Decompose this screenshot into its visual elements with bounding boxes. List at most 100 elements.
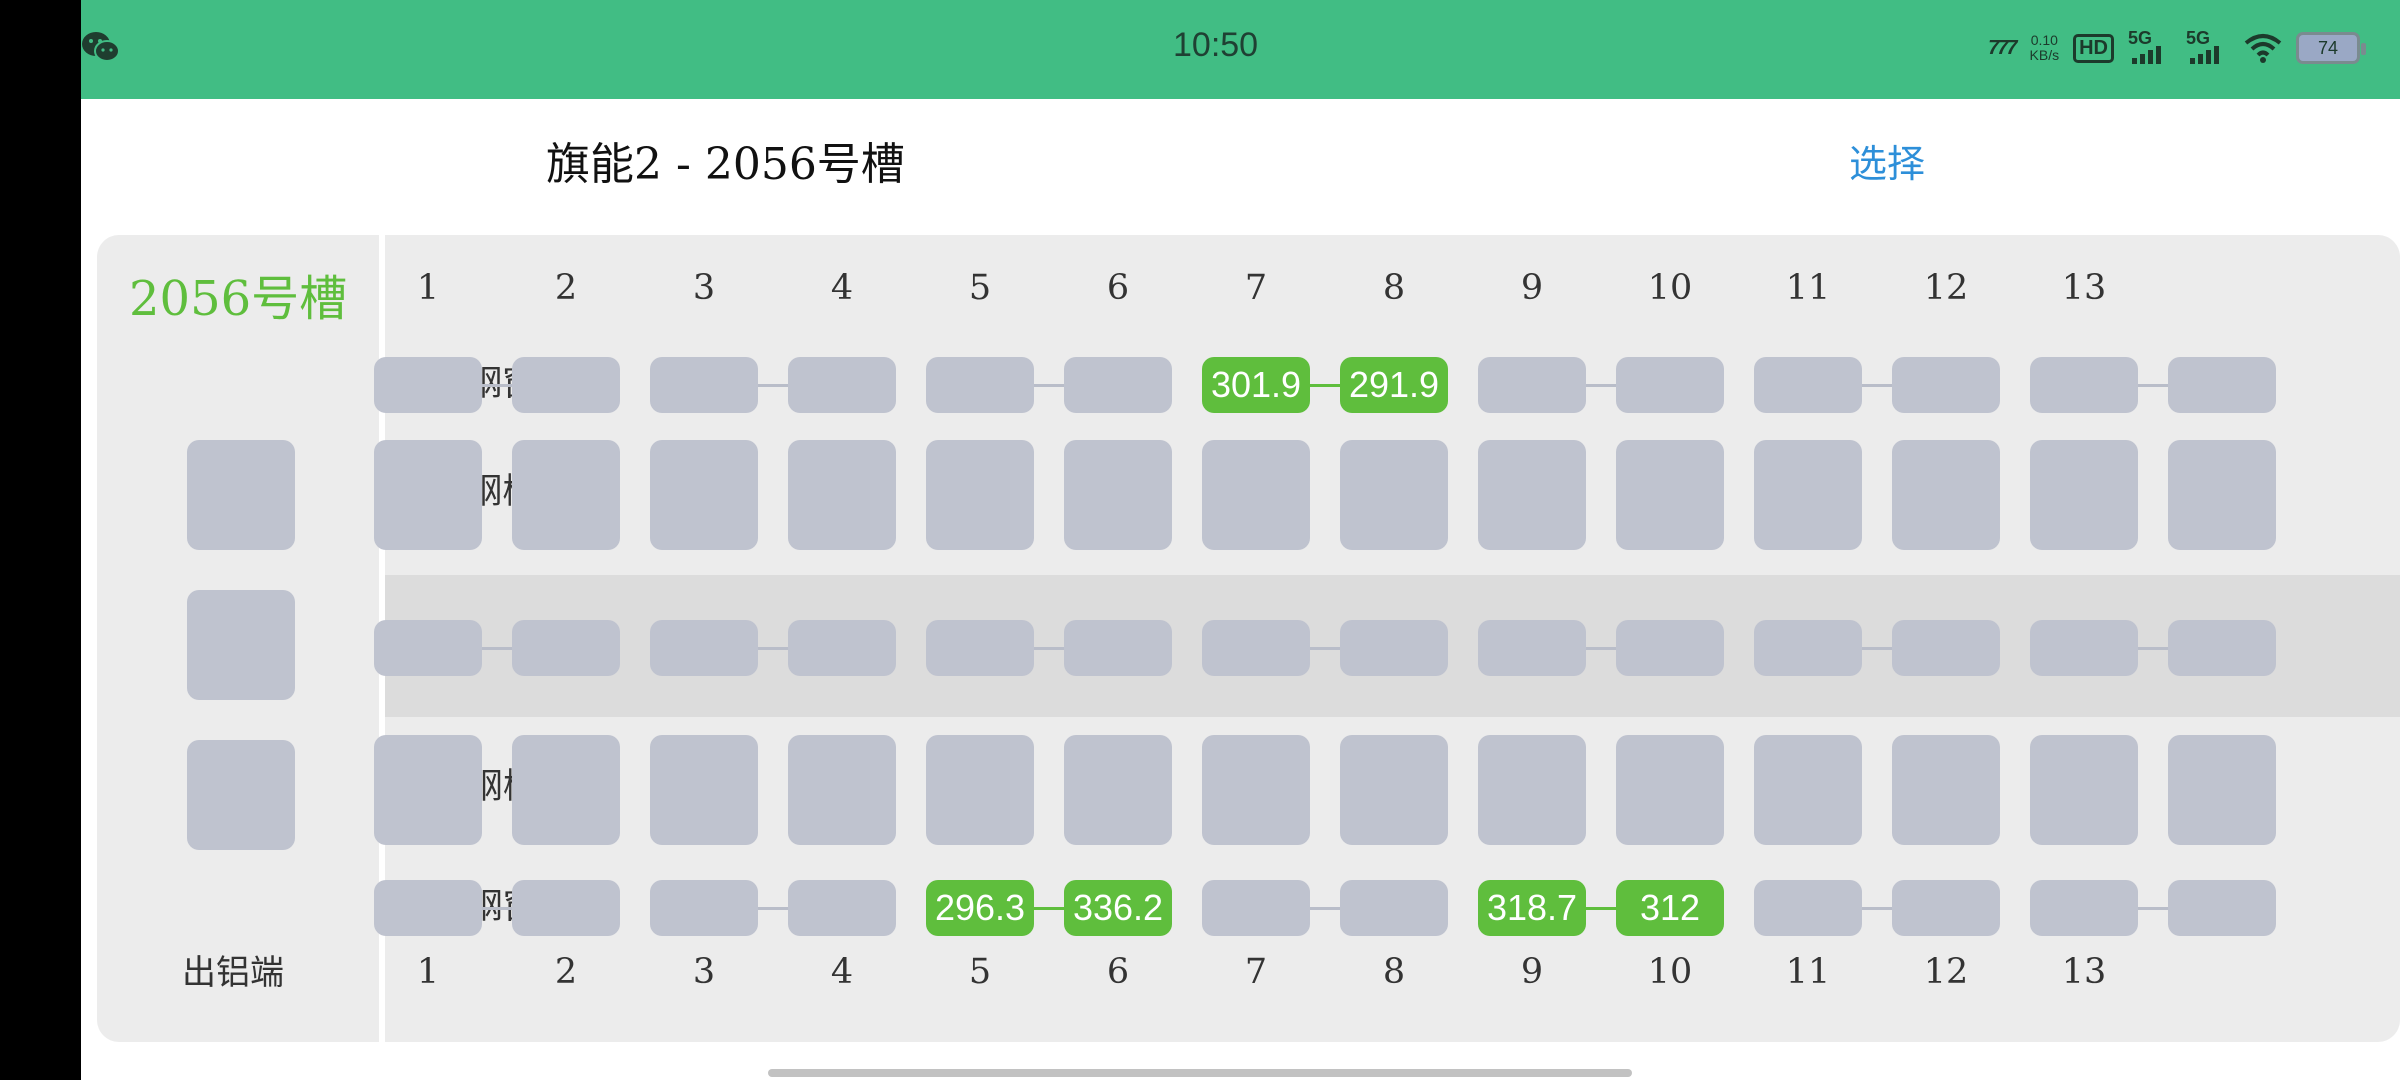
cell-b-rod[interactable] [1478, 735, 1586, 845]
cell-a-rod[interactable] [2168, 440, 2276, 550]
cell-a-window[interactable] [788, 357, 896, 413]
cell-connector [1034, 384, 1064, 387]
cell-b-rod[interactable] [2030, 735, 2138, 845]
cell-bottom[interactable] [2168, 620, 2276, 676]
cell-a-window[interactable] [1754, 357, 1862, 413]
cell-a-window[interactable] [1064, 357, 1172, 413]
cell-bottom[interactable] [374, 620, 482, 676]
cell-connector [758, 384, 788, 387]
cell-a-rod[interactable] [1340, 440, 1448, 550]
sim2-label: 5G [2186, 28, 2211, 48]
cell-a-window[interactable] [1892, 357, 2000, 413]
column-number-top: 12 [1923, 268, 1969, 308]
cell-a-rod[interactable] [512, 440, 620, 550]
cell-bottom[interactable] [650, 620, 758, 676]
cell-b-rod[interactable] [1616, 735, 1724, 845]
column-number-top: 4 [830, 268, 854, 308]
cell-a-rod[interactable] [1064, 440, 1172, 550]
cell-connector [1586, 647, 1616, 650]
cell-connector [482, 384, 512, 387]
column-number-bottom: 5 [968, 952, 992, 992]
cell-a-rod[interactable] [926, 440, 1034, 550]
cell-bottom[interactable] [1064, 620, 1172, 676]
side-cell[interactable] [187, 740, 295, 850]
side-cell[interactable] [187, 590, 295, 700]
cell-b-rod[interactable] [374, 735, 482, 845]
cell-b-window[interactable]: 318.7 [1478, 880, 1586, 936]
cell-a-rod[interactable] [650, 440, 758, 550]
cell-bottom[interactable] [1202, 620, 1310, 676]
cell-b-window[interactable] [788, 880, 896, 936]
cell-connector [2138, 907, 2168, 910]
cell-bottom[interactable] [1616, 620, 1724, 676]
slot-sidebar: 2056号槽 出铝端 [97, 235, 379, 1042]
cell-bottom[interactable] [788, 620, 896, 676]
cell-bottom[interactable] [926, 620, 1034, 676]
cell-bottom[interactable] [1892, 620, 2000, 676]
sim1-label: 5G [2128, 28, 2153, 48]
cell-a-window[interactable] [650, 357, 758, 413]
cell-b-rod[interactable] [788, 735, 896, 845]
side-cell[interactable] [187, 440, 295, 550]
cell-a-rod[interactable] [788, 440, 896, 550]
cell-b-rod[interactable] [1202, 735, 1310, 845]
column-number-top: 8 [1382, 268, 1406, 308]
cell-b-window[interactable]: 296.3 [926, 880, 1034, 936]
cell-b-window[interactable]: 312 [1616, 880, 1724, 936]
cell-b-window[interactable] [374, 880, 482, 936]
cell-b-rod[interactable] [1340, 735, 1448, 845]
page-title: 旗能2 - 2056号槽 [546, 139, 905, 190]
cell-a-rod[interactable] [1892, 440, 2000, 550]
cell-a-window[interactable] [374, 357, 482, 413]
cell-bottom[interactable] [1340, 620, 1448, 676]
cell-b-window[interactable] [512, 880, 620, 936]
cell-a-window[interactable] [1478, 357, 1586, 413]
net-speed-value: 0.10 [2030, 32, 2058, 48]
cell-bottom[interactable] [512, 620, 620, 676]
wifi-icon [2244, 34, 2282, 63]
cell-b-window[interactable] [1754, 880, 1862, 936]
cell-b-window[interactable] [2030, 880, 2138, 936]
cell-a-window[interactable] [1616, 357, 1724, 413]
cell-a-window[interactable]: 291.9 [1340, 357, 1448, 413]
cell-a-window[interactable] [926, 357, 1034, 413]
cell-b-rod[interactable] [650, 735, 758, 845]
cell-a-rod[interactable] [2030, 440, 2138, 550]
cell-b-window[interactable] [1892, 880, 2000, 936]
cell-b-rod[interactable] [1754, 735, 1862, 845]
cell-a-rod[interactable] [1616, 440, 1724, 550]
battery-icon: 74 [2296, 32, 2366, 64]
cell-b-window[interactable] [2168, 880, 2276, 936]
cell-a-window[interactable] [512, 357, 620, 413]
cell-connector [1862, 647, 1892, 650]
signal-icon-sim1: 5G [2128, 28, 2172, 68]
net-speed-unit: KB/s [2029, 47, 2060, 63]
cell-b-rod[interactable] [2168, 735, 2276, 845]
cell-b-window[interactable] [1202, 880, 1310, 936]
cell-bottom[interactable] [2030, 620, 2138, 676]
cell-bottom[interactable] [1754, 620, 1862, 676]
cell-b-window[interactable]: 336.2 [1064, 880, 1172, 936]
column-number-bottom: 8 [1382, 952, 1406, 992]
cell-connector [1310, 647, 1340, 650]
cell-a-rod[interactable] [1754, 440, 1862, 550]
cell-a-window[interactable] [2030, 357, 2138, 413]
cell-b-rod[interactable] [926, 735, 1034, 845]
cell-a-rod[interactable] [1478, 440, 1586, 550]
select-button[interactable]: 选择 [1849, 133, 1925, 188]
cell-b-window[interactable] [650, 880, 758, 936]
status-icons: 777 0.10 KB/s HD 5G 5G 74 [1988, 28, 2366, 68]
cell-a-rod[interactable] [374, 440, 482, 550]
cell-a-window[interactable]: 301.9 [1202, 357, 1310, 413]
cell-b-rod[interactable] [1064, 735, 1172, 845]
cell-b-window[interactable] [1340, 880, 1448, 936]
cell-connector [758, 647, 788, 650]
cell-b-rod[interactable] [1892, 735, 2000, 845]
home-indicator[interactable] [768, 1069, 1632, 1077]
cell-a-rod[interactable] [1202, 440, 1310, 550]
cell-bottom[interactable] [1478, 620, 1586, 676]
column-number-top: 5 [968, 268, 992, 308]
cell-a-window[interactable] [2168, 357, 2276, 413]
wechat-icon [82, 32, 120, 62]
cell-b-rod[interactable] [512, 735, 620, 845]
